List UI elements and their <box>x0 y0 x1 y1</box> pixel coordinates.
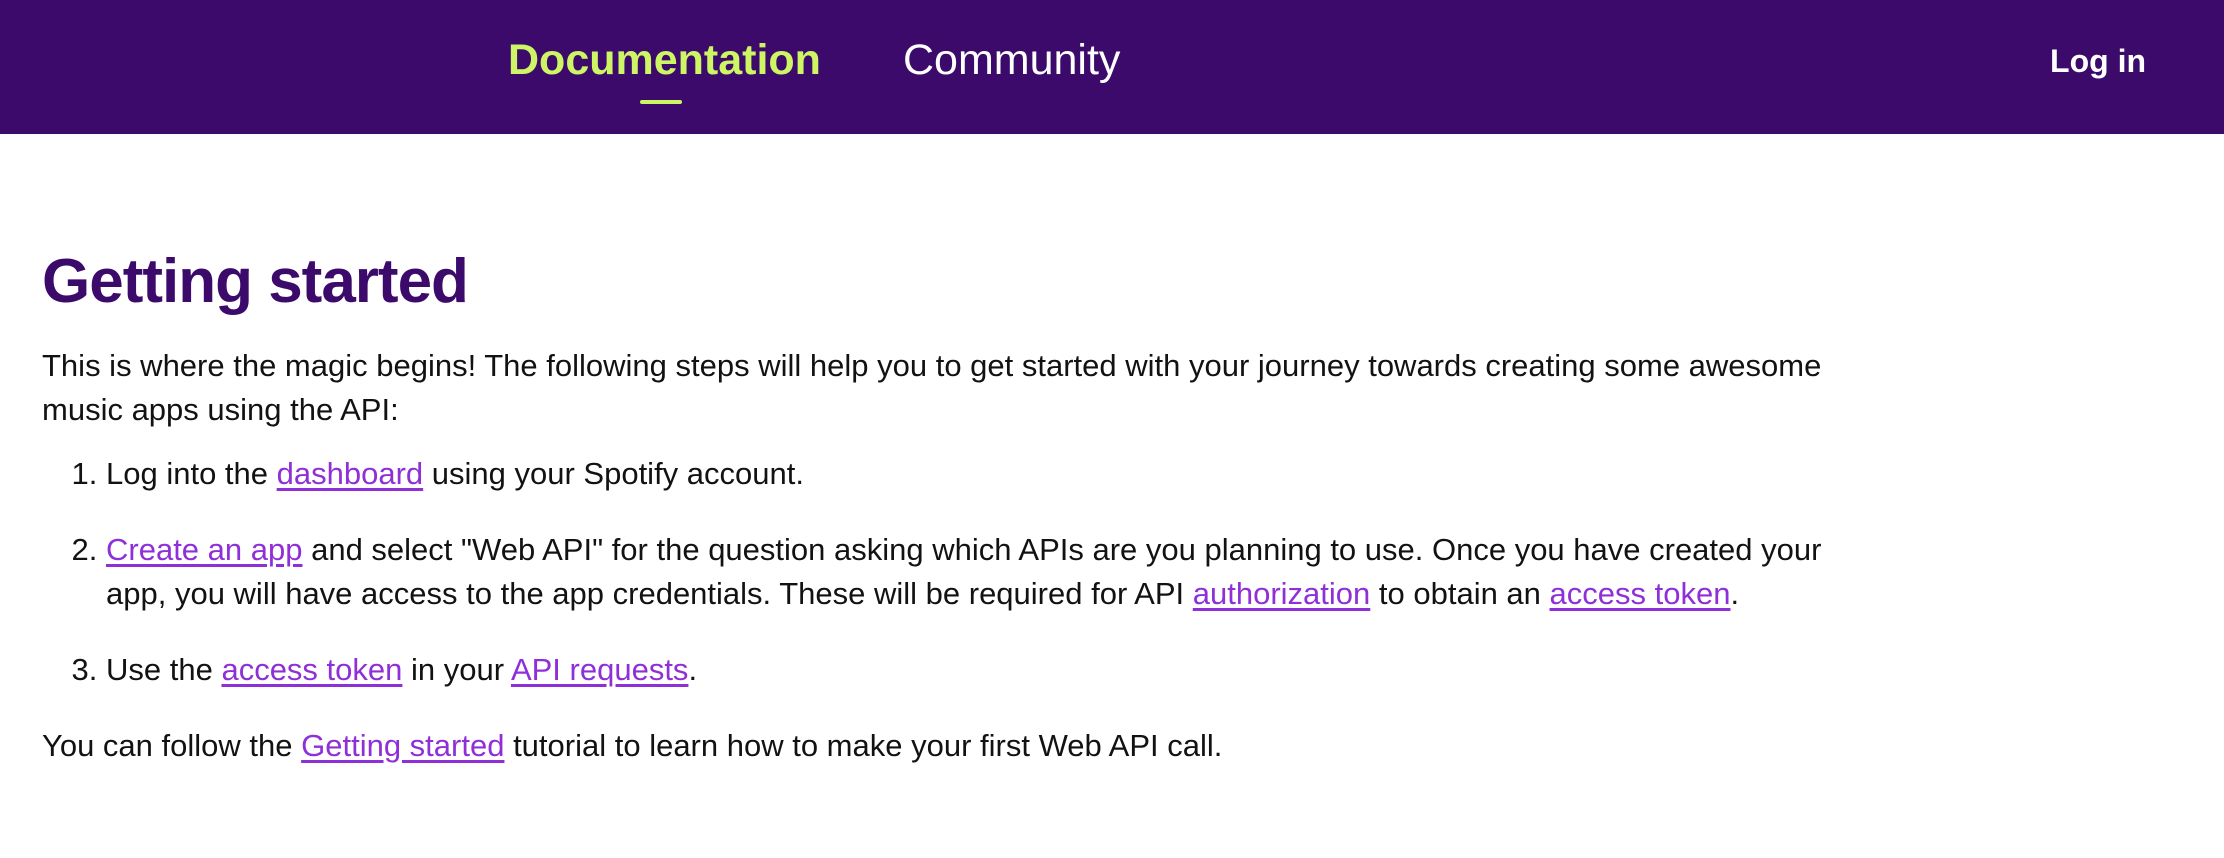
main-content: Getting started This is where the magic … <box>42 240 1842 768</box>
tab-documentation[interactable]: Documentation <box>508 34 821 86</box>
step-text: . <box>1730 576 1740 611</box>
dashboard-link[interactable]: dashboard <box>277 456 424 491</box>
step-3: Use the access token in your API request… <box>106 648 1866 692</box>
tab-community[interactable]: Community <box>903 34 1120 86</box>
step-text: in your <box>402 652 511 687</box>
step-1: Log into the dashboard using your Spotif… <box>106 452 1866 496</box>
page-title: Getting started <box>42 247 469 316</box>
login-link[interactable]: Log in <box>2050 41 2146 81</box>
create-app-link[interactable]: Create an app <box>106 532 302 567</box>
step-2: Create an app and select "Web API" for t… <box>106 528 1866 616</box>
steps-list: Log into the dashboard using your Spotif… <box>42 452 1866 692</box>
outro-paragraph: You can follow the Getting started tutor… <box>42 724 1842 768</box>
step-text: Use the <box>106 652 222 687</box>
step-text: . <box>688 652 698 687</box>
step-text: Log into the <box>106 456 277 491</box>
authorization-link[interactable]: authorization <box>1193 576 1371 611</box>
access-token-link[interactable]: access token <box>221 652 402 687</box>
outro-text: You can follow the <box>42 728 302 763</box>
getting-started-link[interactable]: Getting started <box>301 728 504 763</box>
top-navigation-bar: Documentation Community Log in <box>0 0 2224 134</box>
active-tab-indicator <box>640 100 682 104</box>
intro-paragraph: This is where the magic begins! The foll… <box>42 348 1822 427</box>
step-text: to obtain an <box>1370 576 1550 611</box>
step-text: using your Spotify account. <box>423 456 804 491</box>
api-requests-link[interactable]: API requests <box>511 652 688 687</box>
access-token-link[interactable]: access token <box>1550 576 1731 611</box>
outro-text: tutorial to learn how to make your first… <box>504 728 1223 763</box>
